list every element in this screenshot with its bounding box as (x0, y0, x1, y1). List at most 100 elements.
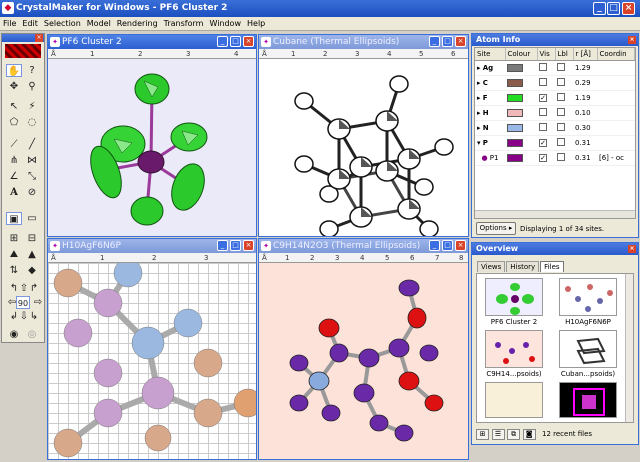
lbl-checkbox[interactable] (557, 92, 565, 101)
molecule-tool-icon[interactable]: ⋔ (6, 154, 22, 167)
measure-tool-icon[interactable]: ⊘ (24, 186, 40, 199)
vis-checkbox[interactable] (539, 62, 547, 71)
select-arrow-icon[interactable]: ↖ (6, 100, 22, 113)
file-thumbnail[interactable] (559, 382, 617, 418)
table-row[interactable]: ▸ C 0.29 (475, 75, 635, 91)
minimize-button[interactable]: _ (593, 2, 606, 15)
colour-swatch[interactable] (507, 138, 523, 147)
vis-checkbox[interactable]: ✓ (539, 153, 547, 162)
grid-2x2-icon[interactable]: ⊞ (6, 232, 22, 245)
rotate-angle-field[interactable]: 90 (16, 296, 30, 309)
close-button[interactable]: × (455, 36, 466, 47)
eye-icon[interactable]: ◉ (6, 328, 22, 341)
torsion-tool-icon[interactable]: ⤡ (24, 170, 40, 183)
flip-icon[interactable]: ⇅ (6, 264, 22, 277)
perspective-icon[interactable]: ⛰ (6, 248, 22, 261)
hand-tool-icon[interactable]: ✋ (6, 64, 22, 77)
menu-transform[interactable]: Transform (161, 17, 207, 30)
maximize-button[interactable]: □ (442, 240, 453, 251)
grid-split-icon[interactable]: ⊟ (24, 232, 40, 245)
lightning-tool-icon[interactable]: ⚡ (24, 100, 40, 113)
zoom-tool-icon[interactable]: ⚲ (24, 80, 40, 93)
menu-edit[interactable]: Edit (19, 17, 41, 30)
window-caption[interactable]: ✦ C9H14N2O3 (Thermal Ellipsoids) _ □ × (259, 239, 468, 253)
tab-views[interactable]: Views (477, 261, 506, 272)
menu-model[interactable]: Model (84, 17, 114, 30)
eye-off-icon[interactable]: ◎ (24, 328, 40, 341)
close-button[interactable]: × (455, 240, 466, 251)
text-tool-icon[interactable]: A (6, 186, 22, 199)
window-caption[interactable]: ✦ H10AgF6N6P _ □ × (48, 239, 256, 253)
table-row[interactable]: ▸ H 0.10 (475, 105, 635, 121)
lbl-checkbox[interactable] (557, 137, 565, 146)
panel-close-icon[interactable]: × (628, 245, 636, 253)
lasso-free-icon[interactable]: ◌ (24, 116, 40, 129)
maximize-button[interactable]: □ (607, 2, 620, 15)
minimize-button[interactable]: _ (429, 240, 440, 251)
menu-window[interactable]: Window (206, 17, 244, 30)
column-header[interactable]: Colour (505, 48, 538, 61)
colour-swatch[interactable] (507, 153, 523, 162)
vis-checkbox[interactable] (539, 122, 547, 131)
pointer-help-icon[interactable]: ? (24, 64, 40, 77)
bond-tool-icon[interactable]: ⟋ (6, 138, 22, 151)
line-tool-icon[interactable]: ╱ (24, 138, 40, 151)
close-button[interactable]: × (243, 240, 254, 251)
minimize-button[interactable]: _ (217, 240, 228, 251)
panel-close-icon[interactable]: × (628, 36, 636, 44)
options-button[interactable]: Options ▸ (476, 222, 516, 235)
shape-icon[interactable]: ◆ (24, 264, 40, 277)
menu-help[interactable]: Help (244, 17, 268, 30)
file-thumbnail[interactable] (559, 330, 617, 368)
file-thumbnail[interactable] (485, 382, 543, 418)
toolbox-close-icon[interactable]: × (35, 34, 43, 42)
table-row[interactable]: ● P1 ✓ 0.31 [6] - oc (475, 150, 635, 166)
window-caption[interactable]: ✦ PF6 Cluster 2 _ □ × (48, 35, 256, 49)
vertical-scrollbar[interactable] (625, 274, 633, 422)
grid-view-icon[interactable]: ⊞ (476, 429, 489, 440)
list-view-icon[interactable]: ☰ (491, 429, 505, 440)
lbl-checkbox[interactable] (557, 77, 565, 86)
table-row[interactable]: ▸ F ✓ 1.19 (475, 90, 635, 106)
minimize-button[interactable]: _ (429, 36, 440, 47)
move-tool-icon[interactable]: ✥ (6, 80, 22, 93)
structure-view[interactable] (259, 263, 468, 459)
file-thumbnail[interactable] (559, 278, 617, 316)
window-mode-icon[interactable]: ▭ (24, 212, 40, 225)
maximize-button[interactable]: □ (230, 240, 241, 251)
rotate-right-icon[interactable]: ⇨ (30, 296, 46, 309)
vis-checkbox[interactable]: ✓ (539, 93, 547, 102)
lasso-tool-icon[interactable]: ⬠ (6, 116, 22, 129)
vis-checkbox[interactable] (539, 107, 547, 116)
cluster-tool-icon[interactable]: ⋈ (24, 154, 40, 167)
horizontal-scrollbar[interactable] (475, 210, 635, 218)
table-row[interactable]: ▸ N 0.30 (475, 120, 635, 136)
maximize-button[interactable]: □ (442, 36, 453, 47)
lbl-checkbox[interactable] (557, 107, 565, 116)
table-row[interactable]: ▸ Ag 1.29 (475, 60, 635, 76)
colour-swatch[interactable] (5, 44, 41, 58)
column-header[interactable]: Coordin (597, 48, 635, 61)
colour-swatch[interactable] (507, 123, 523, 132)
structure-view[interactable] (48, 59, 256, 236)
duplicate-icon[interactable]: ⧉ (507, 429, 521, 440)
file-thumbnail[interactable] (485, 330, 543, 368)
column-header[interactable]: Vis (537, 48, 556, 61)
tab-files[interactable]: Files (540, 261, 564, 272)
structure-view[interactable] (259, 59, 468, 236)
close-button[interactable]: × (243, 36, 254, 47)
vis-checkbox[interactable]: ✓ (539, 138, 547, 147)
maximize-button[interactable]: □ (230, 36, 241, 47)
tab-history[interactable]: History (506, 261, 540, 272)
angle-tool-icon[interactable]: ∠ (6, 170, 22, 183)
column-header[interactable]: r [Å] (573, 48, 598, 61)
file-thumbnail[interactable] (485, 278, 543, 316)
colour-swatch[interactable] (507, 108, 523, 117)
minimize-button[interactable]: _ (217, 36, 228, 47)
lbl-checkbox[interactable] (557, 122, 565, 131)
colour-swatch[interactable] (507, 93, 523, 102)
menu-selection[interactable]: Selection (41, 17, 84, 30)
lbl-checkbox[interactable] (557, 62, 565, 71)
table-row[interactable]: ▾ P ✓ 0.31 (475, 135, 635, 151)
menu-file[interactable]: File (0, 17, 19, 30)
